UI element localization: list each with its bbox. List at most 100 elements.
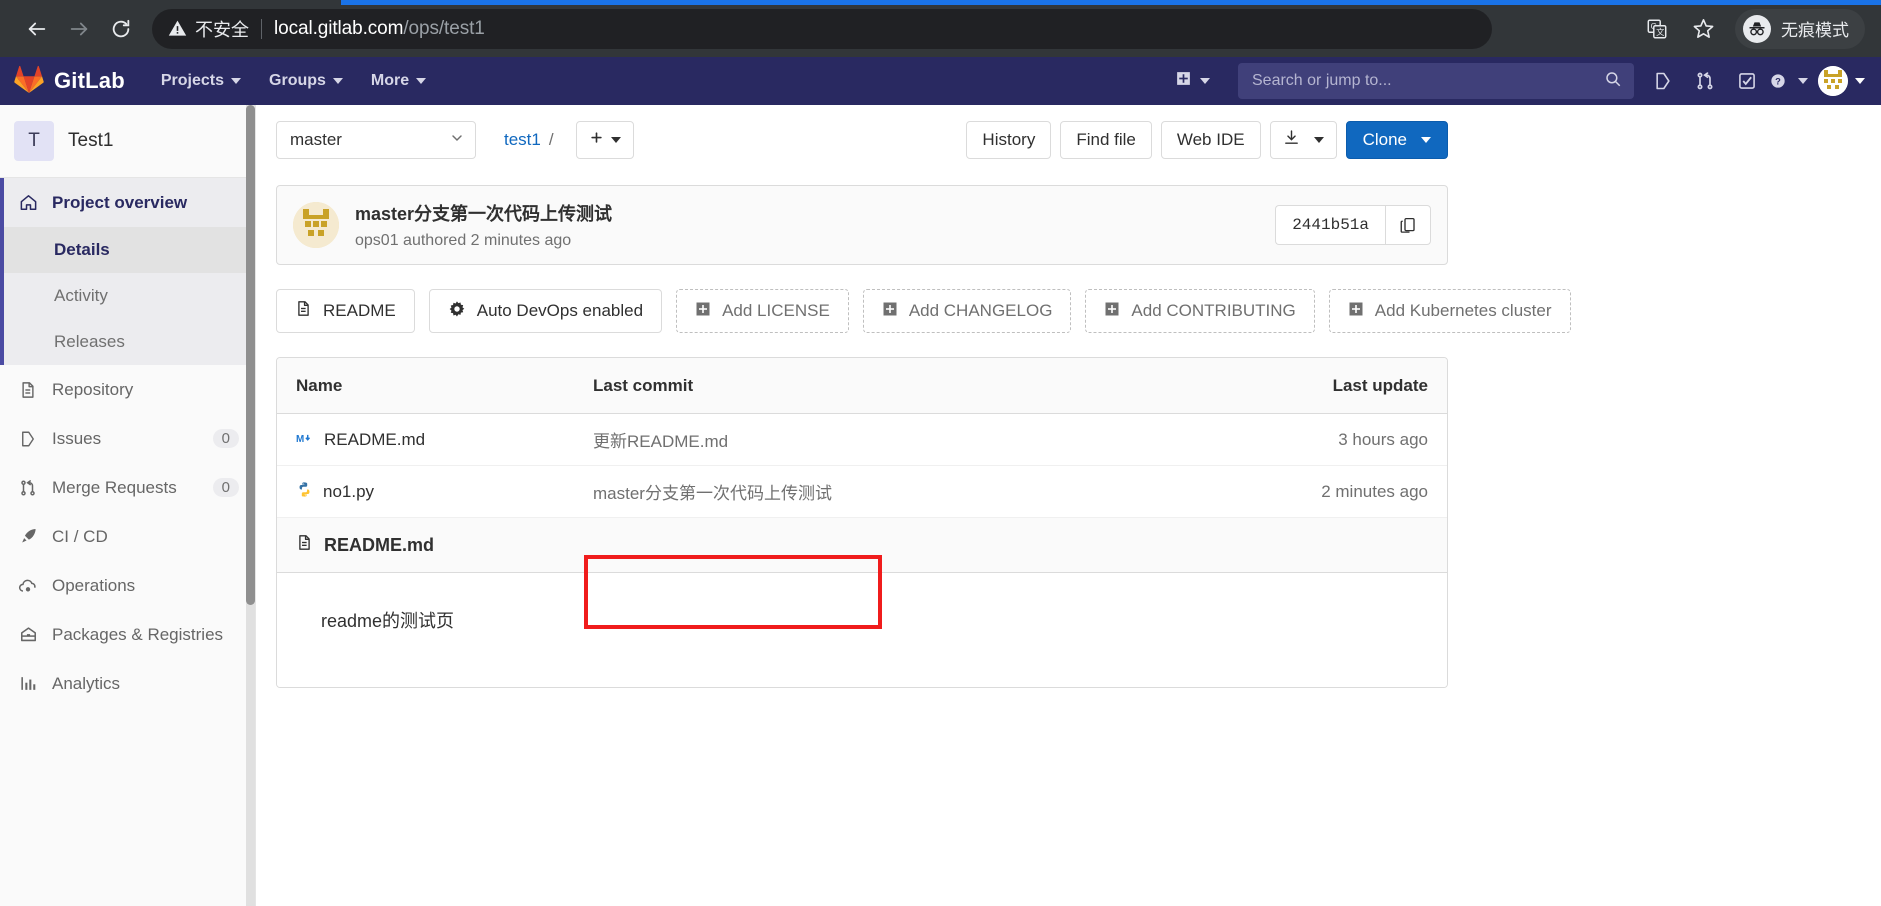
address-bar[interactable]: 不安全 local.gitlab.com/ops/test1 bbox=[152, 8, 1492, 49]
sidebar-item-operations[interactable]: Operations bbox=[0, 561, 255, 610]
cloud-gear-icon bbox=[18, 576, 38, 596]
sidebar-scrollbar-thumb[interactable] bbox=[246, 105, 255, 605]
package-icon bbox=[18, 625, 38, 644]
browser-actions: G 文 无痕模式 bbox=[1637, 8, 1865, 49]
sidebar-group-project-overview: Project overview Details Activity Releas… bbox=[0, 178, 255, 365]
chart-bar-icon bbox=[18, 674, 38, 693]
chevron-down-icon bbox=[1200, 78, 1210, 84]
arrow-left-icon bbox=[28, 22, 46, 35]
reload-button[interactable] bbox=[100, 8, 142, 50]
commit-message[interactable]: master分支第一次代码上传测试 bbox=[355, 200, 612, 226]
file-name-cell: M README.md bbox=[277, 430, 591, 450]
readme-preview-title[interactable]: README.md bbox=[324, 535, 434, 556]
nav-more-label: More bbox=[370, 72, 410, 89]
readme-preview-content: readme的测试页 bbox=[277, 573, 1447, 687]
chevron-down-icon bbox=[449, 130, 465, 151]
table-row[interactable]: M README.md 更新README.md 3 hours ago bbox=[277, 414, 1447, 466]
document-icon bbox=[296, 534, 313, 556]
web-ide-button[interactable]: Web IDE bbox=[1160, 121, 1261, 159]
table-row[interactable]: no1.py master分支第一次代码上传测试 2 minutes ago bbox=[277, 466, 1447, 518]
sidebar-item-project-overview[interactable]: Project overview bbox=[4, 178, 255, 227]
sidebar-item-issues[interactable]: Issues 0 bbox=[0, 414, 255, 463]
markdown-file-icon: M bbox=[296, 430, 314, 450]
nav-more[interactable]: More bbox=[357, 57, 440, 105]
sidebar-subitem-releases[interactable]: Releases bbox=[4, 319, 255, 365]
new-item-dropdown[interactable] bbox=[1165, 70, 1220, 92]
incognito-mode-indicator[interactable]: 无痕模式 bbox=[1735, 8, 1865, 49]
add-contributing-button[interactable]: Add CONTRIBUTING bbox=[1085, 289, 1315, 333]
security-status-label: 不安全 bbox=[195, 19, 249, 40]
readme-button[interactable]: README bbox=[276, 289, 415, 333]
gitlab-brand-label: GitLab bbox=[54, 68, 125, 93]
quick-action-label: Auto DevOps enabled bbox=[476, 301, 644, 320]
sidebar-project-header[interactable]: T Test1 bbox=[0, 105, 255, 178]
translate-icon[interactable]: G 文 bbox=[1637, 9, 1677, 49]
svg-text:M: M bbox=[296, 434, 304, 445]
nav-groups[interactable]: Groups bbox=[255, 57, 357, 105]
sidebar-item-label: CI / CD bbox=[52, 526, 108, 546]
table-header-row: Name Last commit Last update bbox=[277, 358, 1447, 414]
merge-requests-icon[interactable] bbox=[1686, 62, 1724, 100]
clipboard-icon[interactable] bbox=[1385, 205, 1431, 245]
auto-devops-button[interactable]: Auto DevOps enabled bbox=[428, 289, 663, 333]
add-license-button[interactable]: Add LICENSE bbox=[676, 289, 849, 333]
sidebar-item-label: Operations bbox=[52, 575, 136, 595]
search-icon bbox=[1604, 70, 1622, 93]
global-search-box[interactable] bbox=[1238, 63, 1634, 99]
sidebar-item-label: Repository bbox=[52, 379, 134, 399]
file-link[interactable]: no1.py bbox=[323, 482, 374, 502]
repository-toolbar: master test1 / History Find file Web IDE… bbox=[276, 121, 1448, 159]
repository-quick-actions: README Auto DevOps enabled Add LICENSE A… bbox=[276, 289, 1571, 333]
issues-icon[interactable] bbox=[1644, 62, 1682, 100]
sidebar-item-repository[interactable]: Repository bbox=[0, 365, 255, 414]
gitlab-home-link[interactable]: GitLab bbox=[14, 65, 125, 98]
clone-button[interactable]: Clone bbox=[1345, 121, 1448, 159]
chevron-down-icon bbox=[1313, 137, 1324, 143]
plus-square-icon bbox=[1104, 301, 1120, 322]
merge-requests-icon bbox=[18, 479, 38, 497]
sidebar-item-packages-registries[interactable]: Packages & Registries bbox=[0, 610, 255, 659]
download-source-button[interactable] bbox=[1269, 121, 1337, 159]
file-link[interactable]: README.md bbox=[324, 430, 425, 450]
plus-square-icon bbox=[1175, 70, 1192, 92]
sidebar-item-merge-requests[interactable]: Merge Requests 0 bbox=[0, 463, 255, 512]
user-avatar bbox=[1818, 66, 1848, 96]
nav-groups-label: Groups bbox=[269, 72, 326, 89]
last-update-cell: 2 minutes ago bbox=[1321, 481, 1428, 501]
add-to-tree-button[interactable] bbox=[575, 121, 634, 159]
url-host: local.gitlab.com bbox=[274, 17, 404, 39]
not-secure-warning-icon bbox=[168, 19, 187, 38]
nav-projects[interactable]: Projects bbox=[147, 57, 255, 105]
commit-author[interactable]: ops01 bbox=[355, 232, 399, 249]
sidebar-subitem-activity[interactable]: Activity bbox=[4, 273, 255, 319]
search-input[interactable] bbox=[1250, 71, 1604, 91]
incognito-label: 无痕模式 bbox=[1781, 21, 1849, 40]
history-button[interactable]: History bbox=[966, 121, 1052, 159]
url-text: local.gitlab.com/ops/test1 bbox=[274, 18, 485, 40]
last-commit-cell[interactable]: 更新README.md bbox=[591, 427, 1227, 452]
repository-toolbar-actions: History Find file Web IDE Clone bbox=[966, 121, 1448, 159]
star-icon[interactable] bbox=[1683, 9, 1723, 49]
omnibox-divider bbox=[261, 18, 262, 39]
find-file-button[interactable]: Find file bbox=[1060, 121, 1152, 159]
last-commit-cell[interactable]: master分支第一次代码上传测试 bbox=[591, 479, 1227, 504]
add-kubernetes-cluster-button[interactable]: Add Kubernetes cluster bbox=[1328, 289, 1571, 333]
reload-icon bbox=[112, 19, 130, 37]
back-button[interactable] bbox=[16, 8, 58, 50]
navbar-right: ? bbox=[1644, 62, 1865, 100]
todos-icon[interactable] bbox=[1728, 62, 1766, 100]
rocket-icon bbox=[18, 527, 38, 546]
breadcrumb-project[interactable]: test1 bbox=[504, 130, 541, 150]
forward-button[interactable] bbox=[58, 8, 100, 50]
sidebar-item-label: Analytics bbox=[52, 673, 121, 693]
add-changelog-button[interactable]: Add CHANGELOG bbox=[862, 289, 1072, 333]
commit-sha-label[interactable]: 2441b51a bbox=[1275, 205, 1385, 245]
branch-selector[interactable]: master bbox=[276, 121, 476, 159]
sidebar-item-ci-cd[interactable]: CI / CD bbox=[0, 512, 255, 561]
help-icon[interactable]: ? bbox=[1770, 62, 1808, 100]
sidebar-subitem-details[interactable]: Details bbox=[4, 227, 255, 273]
repository-view: master test1 / History Find file Web IDE… bbox=[256, 105, 1571, 688]
nav-projects-label: Projects bbox=[160, 72, 225, 89]
sidebar-item-analytics[interactable]: Analytics bbox=[0, 659, 255, 708]
user-menu[interactable] bbox=[1812, 66, 1865, 96]
